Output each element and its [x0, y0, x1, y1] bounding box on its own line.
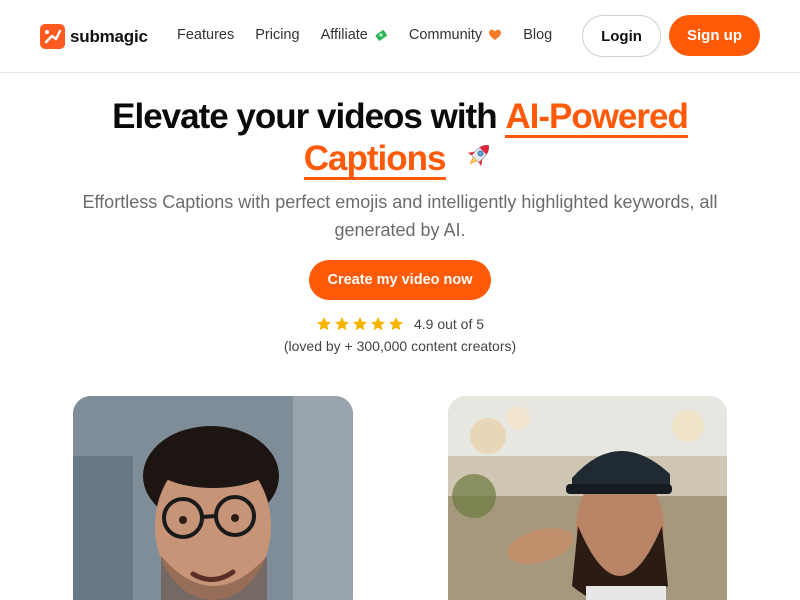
nav-link-blog[interactable]: Blog [523, 27, 552, 43]
heart-icon [489, 29, 502, 40]
nav-link-label: Blog [523, 27, 553, 43]
nav-link-label: Features [177, 27, 235, 43]
nav-link-affiliate[interactable]: Affiliate [321, 27, 388, 43]
logo[interactable]: submagic [40, 24, 148, 49]
headline-text: Elevate your videos with [112, 97, 506, 136]
star-rating [316, 316, 404, 332]
headline-line-2: Captions [0, 138, 800, 180]
rating-subtext: (loved by + 300,000 content creators) [283, 338, 517, 354]
headline-accent: AI-Powered [505, 97, 689, 138]
login-button[interactable]: Login [582, 15, 661, 57]
nav-links: Features Pricing Affiliate Community Blo… [177, 27, 573, 43]
video-preview-left[interactable] [73, 396, 353, 600]
headline-line-1: Elevate your videos with AI-Powered [0, 98, 800, 138]
nav-link-community[interactable]: Community [409, 27, 502, 43]
rocket-icon [467, 144, 490, 167]
nav-link-pricing[interactable]: Pricing [255, 27, 299, 43]
video-preview-right[interactable] [448, 396, 727, 600]
nav-link-features[interactable]: Features [177, 27, 234, 43]
create-video-button[interactable]: Create my video now [309, 260, 491, 300]
hero-subtitle: Effortless Captions with perfect emojis … [82, 192, 718, 240]
star-icon [316, 317, 331, 331]
presenter-image [448, 396, 727, 600]
rating-score: 4.9 out of 5 [413, 316, 485, 332]
star-icon [352, 317, 367, 331]
presenter-image [73, 396, 353, 600]
top-navbar: submagic Features Pricing Affiliate Comm… [0, 0, 800, 73]
nav-link-label: Affiliate [320, 27, 368, 43]
signup-button[interactable]: Sign up [669, 15, 760, 56]
star-icon [370, 317, 385, 331]
brand-name: submagic [70, 26, 148, 46]
headline-accent: Captions [303, 139, 446, 180]
nav-link-label: Pricing [255, 27, 300, 43]
submagic-logo-icon [40, 24, 65, 49]
money-icon [375, 30, 387, 41]
hero-headline: Elevate your videos with AI-Powered Capt… [0, 98, 800, 180]
star-icon [334, 317, 349, 331]
star-icon [388, 317, 403, 331]
nav-link-label: Community [408, 27, 483, 43]
rating-row: 4.9 out of 5 [0, 316, 800, 332]
